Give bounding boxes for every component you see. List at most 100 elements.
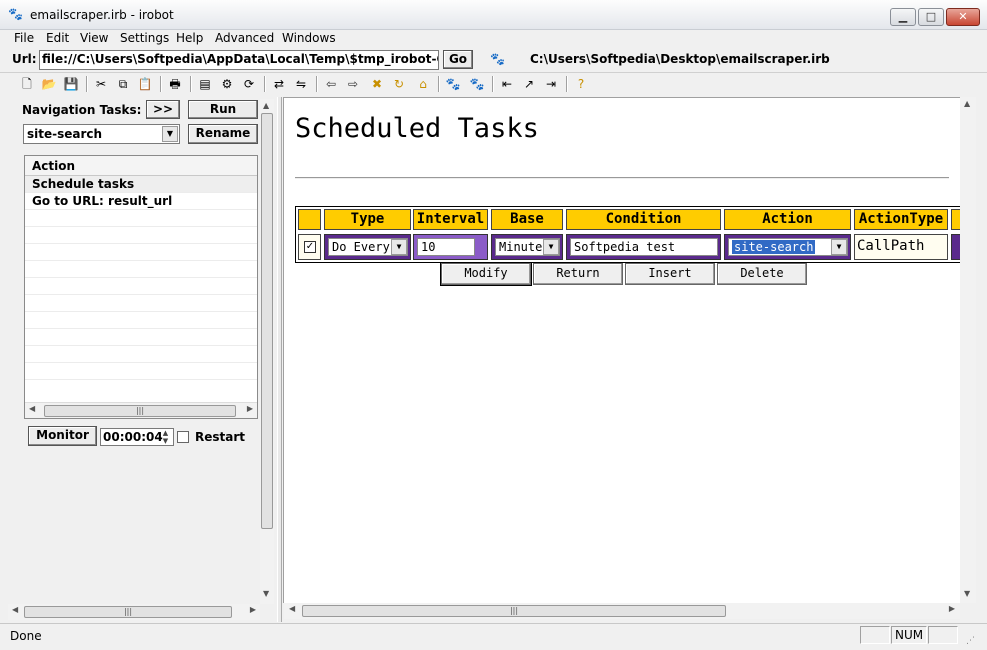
transfer-icon[interactable]: ⇄ (270, 75, 288, 93)
empty-list-row (25, 312, 257, 329)
forward-icon[interactable]: ⇨ (344, 75, 362, 93)
help-icon[interactable]: ? (572, 75, 590, 93)
menu-bar: File Edit View Settings Help Advanced Wi… (0, 30, 987, 48)
empty-list-row (25, 295, 257, 312)
content-vertical-scrollbar[interactable]: ▲ ▼ (960, 97, 976, 603)
actiontype-cell: CallPath (854, 234, 948, 260)
url-bar: Url: file://C:\Users\Softpedia\AppData\L… (0, 49, 987, 71)
window-icon[interactable]: ▤ (196, 75, 214, 93)
chevron-down-icon[interactable]: ▼ (391, 239, 407, 255)
home-icon[interactable]: ⌂ (414, 75, 432, 93)
left-horizontal-scrollbar[interactable]: ◀ ||| ▶ (8, 604, 260, 620)
scroll-left-icon[interactable]: ◀ (12, 605, 18, 614)
toolbar-separator (316, 76, 318, 92)
list-item[interactable]: Go to URL: result_url (25, 193, 257, 210)
scroll-left-icon[interactable]: ◀ (289, 604, 295, 613)
list-item[interactable]: Schedule tasks (25, 176, 257, 193)
go-button[interactable]: Go (443, 50, 473, 69)
empty-list-row (25, 329, 257, 346)
empty-list-row (25, 261, 257, 278)
navigation-panel: Navigation Tasks: >> Run site-search ▼ R… (8, 97, 276, 622)
left-vertical-scrollbar[interactable]: ▲ ▼ (260, 99, 274, 604)
rename-button[interactable]: Rename (188, 124, 258, 144)
copy-icon[interactable]: ⧉ (114, 75, 132, 93)
maximize-button[interactable]: □ (918, 8, 944, 26)
run-button[interactable]: Run (188, 100, 258, 119)
condition-input[interactable]: Softpedia test (570, 238, 718, 256)
list-horizontal-scrollbar[interactable]: ◀ ||| ▶ (25, 402, 257, 418)
url-input[interactable]: file://C:\Users\Softpedia\AppData\Local\… (39, 50, 439, 70)
scroll-thumb[interactable]: ||| (44, 405, 236, 417)
scroll-right-icon[interactable]: ▶ (949, 604, 955, 613)
menu-help[interactable]: Help (176, 31, 203, 45)
menu-windows[interactable]: Windows (282, 31, 336, 45)
scroll-thumb[interactable]: ||| (302, 605, 726, 617)
back-icon[interactable]: ⇦ (322, 75, 340, 93)
swap-icon[interactable]: ⇋ (292, 75, 310, 93)
menu-view[interactable]: View (80, 31, 108, 45)
toolbar-separator (160, 76, 162, 92)
content-horizontal-scrollbar[interactable]: ◀ ||| ▶ (284, 603, 960, 619)
modify-button[interactable]: Modify (441, 263, 531, 285)
chevron-down-icon[interactable]: ▼ (162, 126, 178, 142)
scroll-down-icon[interactable]: ▼ (964, 589, 970, 598)
robot-app-icon: 🐾 (8, 7, 23, 21)
interval-spinner[interactable]: ▲ ▼ (159, 429, 172, 445)
stop-icon[interactable]: ✖ (368, 75, 386, 93)
window-title: emailscraper.irb - irobot (30, 8, 174, 22)
menu-file[interactable]: File (14, 31, 34, 45)
scroll-thumb[interactable]: ||| (24, 606, 232, 618)
action-column-header[interactable]: Action (25, 156, 257, 176)
row-checkbox[interactable]: ✓ (304, 241, 316, 253)
step-icon[interactable]: ↗ (520, 75, 538, 93)
action-select[interactable]: site-search ▼ (728, 238, 848, 256)
monitor-button[interactable]: Monitor (28, 426, 97, 446)
step-back-icon[interactable]: ⇤ (498, 75, 516, 93)
scroll-thumb[interactable] (261, 113, 273, 529)
robot-view-icon[interactable]: ⚙ (218, 75, 236, 93)
panel-splitter[interactable] (277, 97, 282, 622)
print-icon[interactable]: 🖶 (166, 75, 184, 93)
paste-icon[interactable]: 📋 (136, 75, 154, 93)
type-select[interactable]: Do Every ▼ (328, 238, 408, 256)
scroll-right-icon[interactable]: ▶ (250, 605, 256, 614)
page-title: Scheduled Tasks (295, 113, 539, 144)
navigation-task-select[interactable]: site-search ▼ (23, 124, 180, 144)
chevron-down-icon[interactable]: ▼ (543, 239, 559, 255)
interval-cell: 10 (413, 234, 488, 260)
new-file-icon[interactable]: 🗋 (18, 75, 36, 93)
scroll-left-icon[interactable]: ◀ (29, 404, 35, 413)
scroll-down-icon[interactable]: ▼ (263, 589, 269, 598)
menu-settings[interactable]: Settings (120, 31, 169, 45)
scroll-right-icon[interactable]: ▶ (247, 404, 253, 413)
minimize-button[interactable]: ▁ (890, 8, 916, 26)
refresh-icon[interactable]: ↻ (390, 75, 408, 93)
action-value: site-search (732, 240, 816, 254)
status-text: Done (10, 629, 42, 643)
scroll-up-icon[interactable]: ▲ (263, 101, 269, 110)
open-folder-icon[interactable]: 📂 (40, 75, 58, 93)
step-forward-icon[interactable]: ⇥ (542, 75, 560, 93)
restart-checkbox[interactable] (177, 431, 189, 443)
scroll-up-icon[interactable]: ▲ (964, 99, 970, 108)
interval-input[interactable]: 10 (417, 238, 475, 256)
action-list: Action Schedule tasks Go to URL: result_… (24, 155, 258, 419)
chevron-down-icon[interactable]: ▼ (831, 239, 847, 255)
insert-button[interactable]: Insert (625, 263, 715, 285)
cut-icon[interactable]: ✂ (92, 75, 110, 93)
empty-list-row (25, 278, 257, 295)
robot-stop-icon[interactable]: 🐾 (468, 75, 486, 93)
menu-advanced[interactable]: Advanced (215, 31, 274, 45)
base-select[interactable]: Minute ▼ (495, 238, 560, 256)
expand-button[interactable]: >> (146, 100, 180, 119)
delete-button[interactable]: Delete (717, 263, 807, 285)
save-icon[interactable]: 💾 (62, 75, 80, 93)
scroll-track[interactable] (961, 111, 975, 587)
empty-list-row (25, 210, 257, 227)
return-button[interactable]: Return (533, 263, 623, 285)
close-button[interactable]: ✕ (946, 8, 980, 26)
menu-edit[interactable]: Edit (46, 31, 69, 45)
robot-run-icon[interactable]: 🐾 (444, 75, 462, 93)
robot-refresh-icon[interactable]: ⟳ (240, 75, 258, 93)
resize-grip-icon[interactable]: ⋰ (966, 636, 975, 646)
